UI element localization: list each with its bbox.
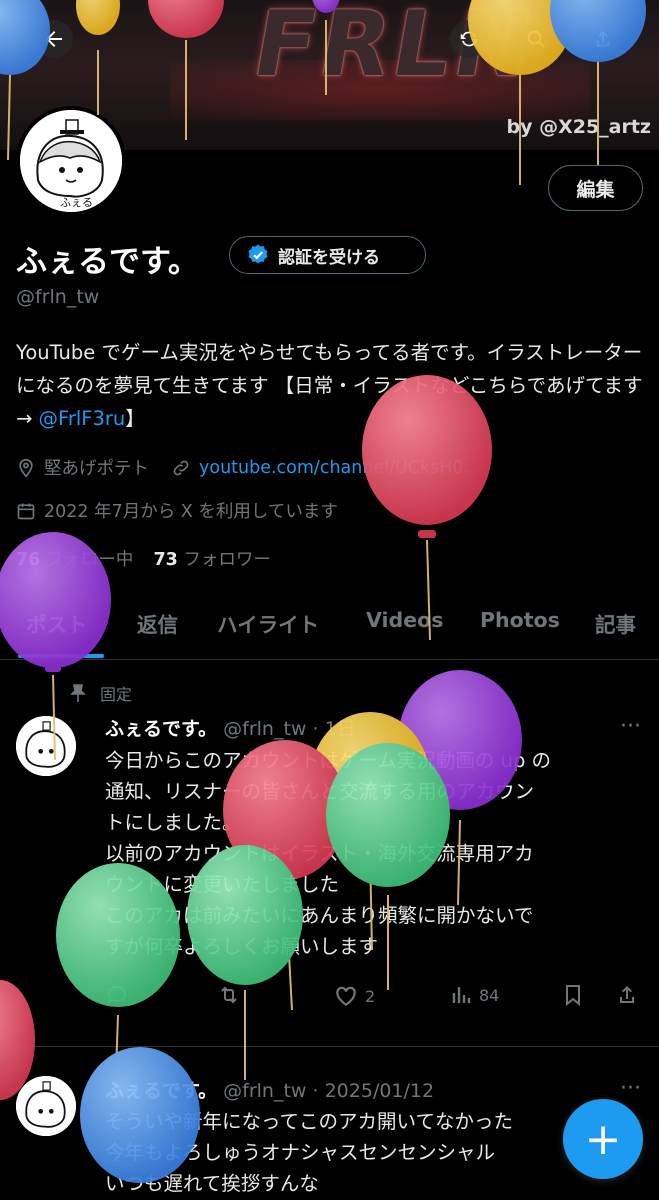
repost-button[interactable] <box>217 983 241 1007</box>
link-icon <box>173 460 189 475</box>
post-avatar-drawing <box>16 716 76 776</box>
more-dots-icon: ··· <box>620 714 641 739</box>
following-link[interactable]: 76 フォロー中 <box>16 546 133 571</box>
tab-posts[interactable]: ポスト <box>26 608 88 638</box>
post-line: すが何卒よろしくお願いします <box>105 935 379 958</box>
post-header: ふぇるです。 @frln_tw · 2025/01/12 <box>105 1076 434 1103</box>
bio-mention-link[interactable]: @FrlF3ru <box>39 407 126 430</box>
share-button[interactable] <box>584 20 622 58</box>
pin-icon <box>70 684 86 702</box>
like-count: 2 <box>365 986 376 1006</box>
profile-tabs: ポスト 返信 ハイライト Videos Photos 記事 <box>0 600 659 660</box>
profile-joined-date: 2022 年7月から X を利用しています <box>44 502 338 522</box>
post-text[interactable]: 今日からこのアカウントはゲーム実況動画の up の 通知、リスナーの皆さんと交流… <box>105 745 645 962</box>
following-label: フォロー中 <box>45 550 134 570</box>
profile-avatar[interactable]: ふぇる <box>16 106 126 216</box>
profile-location: 堅あげポテト <box>44 459 149 479</box>
views-button[interactable]: 84 <box>449 983 499 1007</box>
share-icon <box>620 986 634 1003</box>
post-line: ウントに変更いたしました <box>105 873 340 896</box>
verified-badge-icon <box>248 244 268 264</box>
post-meta: @frln_tw · 2025/01/12 <box>223 1080 435 1102</box>
post-share-button[interactable] <box>615 983 639 1007</box>
post-more-button[interactable]: ··· <box>620 714 641 739</box>
location-pin-icon <box>19 458 33 478</box>
post-line: 今日からこのアカウントはゲーム実況動画の up の <box>105 749 552 772</box>
post-actions: 2 84 <box>105 983 645 1019</box>
search-icon <box>527 30 545 48</box>
active-tab-indicator <box>18 654 104 658</box>
get-verified-label: 認証を受ける <box>278 247 380 268</box>
get-verified-button[interactable]: 認証を受ける <box>229 236 426 274</box>
profile-bio: YouTube でゲーム実況をやらせてもらってる者です。イラストレーターになるの… <box>16 336 646 435</box>
followers-label: フォロワー <box>183 550 271 570</box>
profile-meta-location-website: 堅あげポテト youtube.com/channel/UCksH0... <box>16 455 480 480</box>
post-line: 通知、リスナーの皆さんと交流する用のアカウン <box>105 780 535 803</box>
back-button[interactable] <box>35 20 73 58</box>
banner-credit: by @X25_artz <box>506 116 651 138</box>
banner-logo: FRLN <box>245 0 544 97</box>
like-button[interactable]: 2 <box>333 983 375 1009</box>
refresh-icon <box>460 31 478 47</box>
pinned-indicator: 固定 <box>70 681 132 705</box>
tab-photos[interactable]: Photos <box>480 608 560 632</box>
followers-count: 73 <box>153 550 178 570</box>
following-count: 76 <box>16 550 41 570</box>
tab-videos[interactable]: Videos <box>366 608 443 632</box>
tab-articles[interactable]: 記事 <box>595 608 636 638</box>
share-icon <box>596 30 610 47</box>
post-line: 以前のアカウントはイラスト・海外交流専用アカ <box>105 842 534 865</box>
refresh-button[interactable] <box>450 20 488 58</box>
post-meta: @frln_tw · 1日 <box>223 718 356 740</box>
profile-joined-row: 2022 年7月から X を利用しています <box>16 498 338 523</box>
reply-button[interactable] <box>105 983 129 1007</box>
tab-replies[interactable]: 返信 <box>137 608 178 638</box>
bookmark-icon <box>566 985 580 1007</box>
post-avatar[interactable] <box>16 716 76 776</box>
edit-profile-button[interactable]: 編集 <box>548 165 643 211</box>
post-line: トにしました。 <box>105 811 242 834</box>
compose-post-button[interactable]: + <box>563 1099 643 1179</box>
reply-icon <box>107 985 126 1004</box>
bio-text-end: 】 <box>125 407 145 430</box>
follow-counts: 76 フォロー中 73 フォロワー <box>16 546 271 571</box>
post-avatar[interactable] <box>16 1076 76 1136</box>
plus-icon: + <box>584 1113 622 1165</box>
display-name: ふぇるです。 <box>16 244 199 280</box>
post-divider <box>0 1046 659 1047</box>
profile-website-link[interactable]: youtube.com/channel/UCksH0... <box>199 458 480 478</box>
svg-text:ふぇる: ふぇる <box>60 196 93 209</box>
post-line: いつも遅れて挨拶すんな <box>105 1172 319 1195</box>
post-author-name[interactable]: ふぇるです。 <box>105 718 217 740</box>
post-avatar-drawing <box>16 1076 76 1136</box>
views-chart-icon <box>452 987 471 1003</box>
post-header: ふぇるです。 @frln_tw · 1日 <box>105 714 356 741</box>
tab-highlights[interactable]: ハイライト <box>217 608 319 638</box>
heart-icon <box>336 986 356 1006</box>
search-button[interactable] <box>517 20 555 58</box>
avatar-drawing: ふぇる <box>20 110 122 212</box>
views-count: 84 <box>479 985 500 1005</box>
bookmark-button[interactable] <box>561 983 585 1007</box>
post-text[interactable]: そういや新年になってこのアカ開いてなかった 今年もよろしゅうオナシャスセンセンシ… <box>105 1106 645 1199</box>
repost-icon <box>221 986 237 1004</box>
profile-handle: @frln_tw <box>16 286 100 308</box>
followers-link[interactable]: 73 フォロワー <box>153 546 270 571</box>
arrow-left-icon <box>46 31 62 47</box>
more-dots-icon: ··· <box>620 1076 641 1101</box>
post-author-name[interactable]: ふぇるです。 <box>105 1080 217 1102</box>
calendar-icon <box>17 503 35 519</box>
post-more-button[interactable]: ··· <box>620 1076 641 1101</box>
pinned-label: 固定 <box>100 685 133 704</box>
post-line: このアカは前みたいにあんまり頻繁に開かないで <box>105 904 534 927</box>
